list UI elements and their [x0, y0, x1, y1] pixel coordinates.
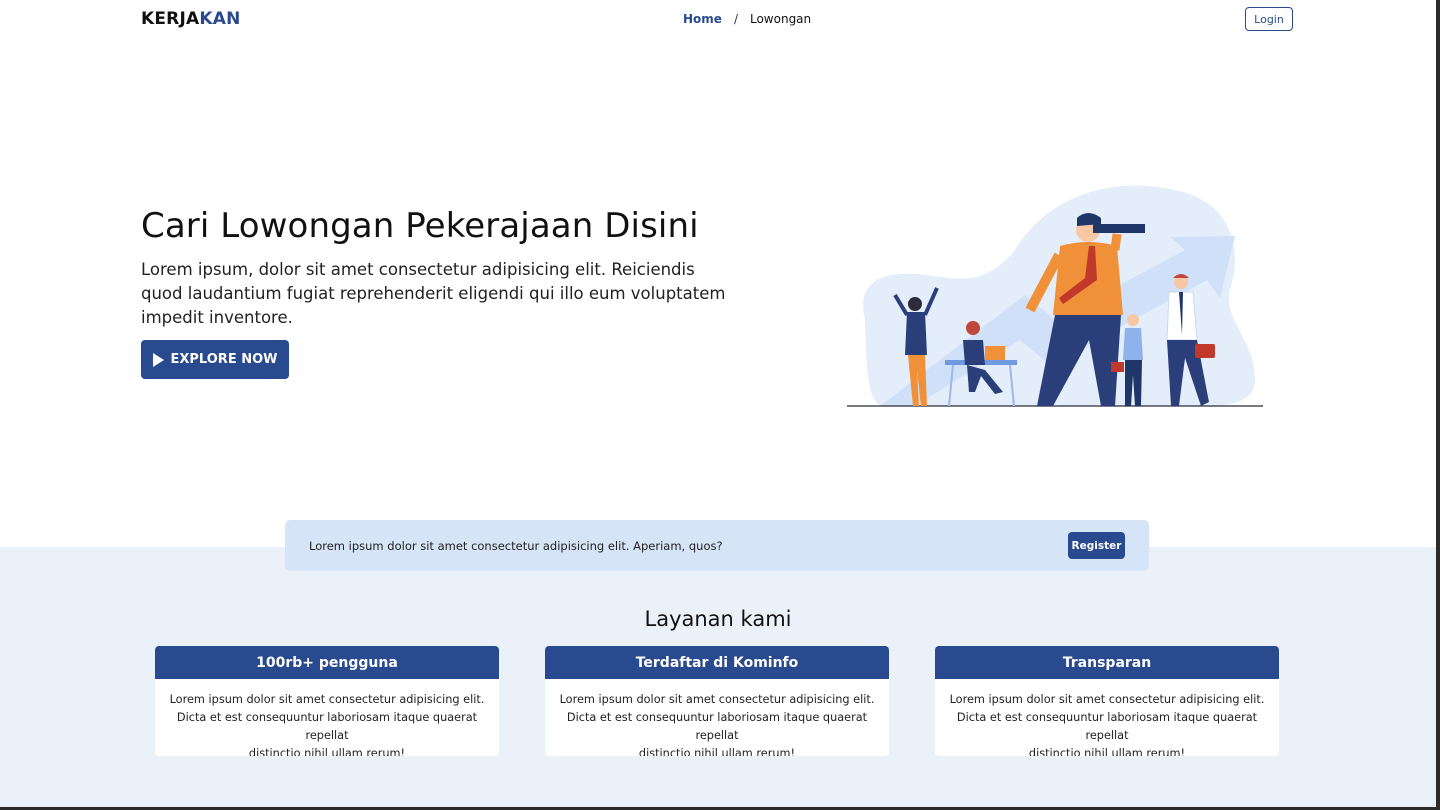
logo[interactable]: KERJAKAN — [141, 9, 241, 29]
services-title: Layanan kami — [644, 607, 792, 631]
register-banner: Lorem ipsum dolor sit amet consectetur a… — [285, 520, 1149, 571]
service-card-text-line: Dicta et est consequuntur laboriosam ita… — [956, 711, 1258, 742]
service-card-body: Lorem ipsum dolor sit amet consectetur a… — [155, 679, 499, 756]
breadcrumb-separator: / — [733, 12, 738, 26]
hero-illustration — [847, 185, 1263, 407]
service-card-title: 100rb+ pengguna — [155, 646, 499, 679]
sitting-woman-head — [966, 321, 980, 335]
service-card-title: Terdaftar di Kominfo — [545, 646, 889, 679]
service-card-text-line: Lorem ipsum dolor sit amet consectetur a… — [949, 693, 1265, 706]
hero-title: Cari Lowongan Pekerajaan Disini — [141, 206, 699, 246]
hero-description: Lorem ipsum, dolor sit amet consectetur … — [141, 260, 726, 327]
service-card-text-line: Lorem ipsum dolor sit amet consectetur a… — [169, 693, 485, 706]
window-frame-right — [1436, 0, 1440, 810]
service-card-users: 100rb+ pengguna Lorem ipsum dolor sit am… — [155, 646, 499, 756]
navbar: KERJAKAN Home / Lowongan Login — [0, 0, 1436, 40]
cheering-woman-head — [908, 297, 922, 311]
logo-part-2: KAN — [199, 9, 241, 29]
login-button[interactable]: Login — [1245, 7, 1293, 31]
service-card-text-line: distinctio nihil ullam rerum! — [1028, 747, 1186, 756]
service-card-transparent: Transparan Lorem ipsum dolor sit amet co… — [935, 646, 1279, 756]
small-man-head — [1127, 314, 1139, 326]
play-icon — [152, 352, 164, 367]
right-briefcase-icon — [1195, 344, 1215, 358]
service-card-text-line: distinctio nihil ullam rerum! — [638, 747, 796, 756]
register-button[interactable]: Register — [1068, 532, 1125, 559]
service-card-title: Transparan — [935, 646, 1279, 679]
service-card-text-line: Dicta et est consequuntur laboriosam ita… — [566, 711, 868, 742]
small-briefcase-icon — [1111, 362, 1124, 372]
breadcrumb-current: Lowongan — [749, 12, 812, 26]
service-card-body: Lorem ipsum dolor sit amet consectetur a… — [935, 679, 1279, 756]
service-card-text-line: Lorem ipsum dolor sit amet consectetur a… — [559, 693, 875, 706]
breadcrumb: Home / Lowongan — [683, 12, 811, 26]
explore-now-button[interactable]: EXPLORE NOW — [141, 340, 289, 379]
laptop — [985, 346, 1005, 360]
service-card-kominfo: Terdaftar di Kominfo Lorem ipsum dolor s… — [545, 646, 889, 756]
explore-now-label: EXPLORE NOW — [170, 352, 278, 367]
logo-part-1: KERJA — [141, 9, 200, 29]
service-card-body: Lorem ipsum dolor sit amet consectetur a… — [545, 679, 889, 756]
banner-text: Lorem ipsum dolor sit amet consectetur a… — [309, 539, 723, 553]
telescope-icon — [1093, 224, 1145, 233]
breadcrumb-home-link[interactable]: Home — [683, 12, 722, 26]
service-card-text-line: Dicta et est consequuntur laboriosam ita… — [176, 711, 478, 742]
service-card-text-line: distinctio nihil ullam rerum! — [248, 747, 406, 756]
